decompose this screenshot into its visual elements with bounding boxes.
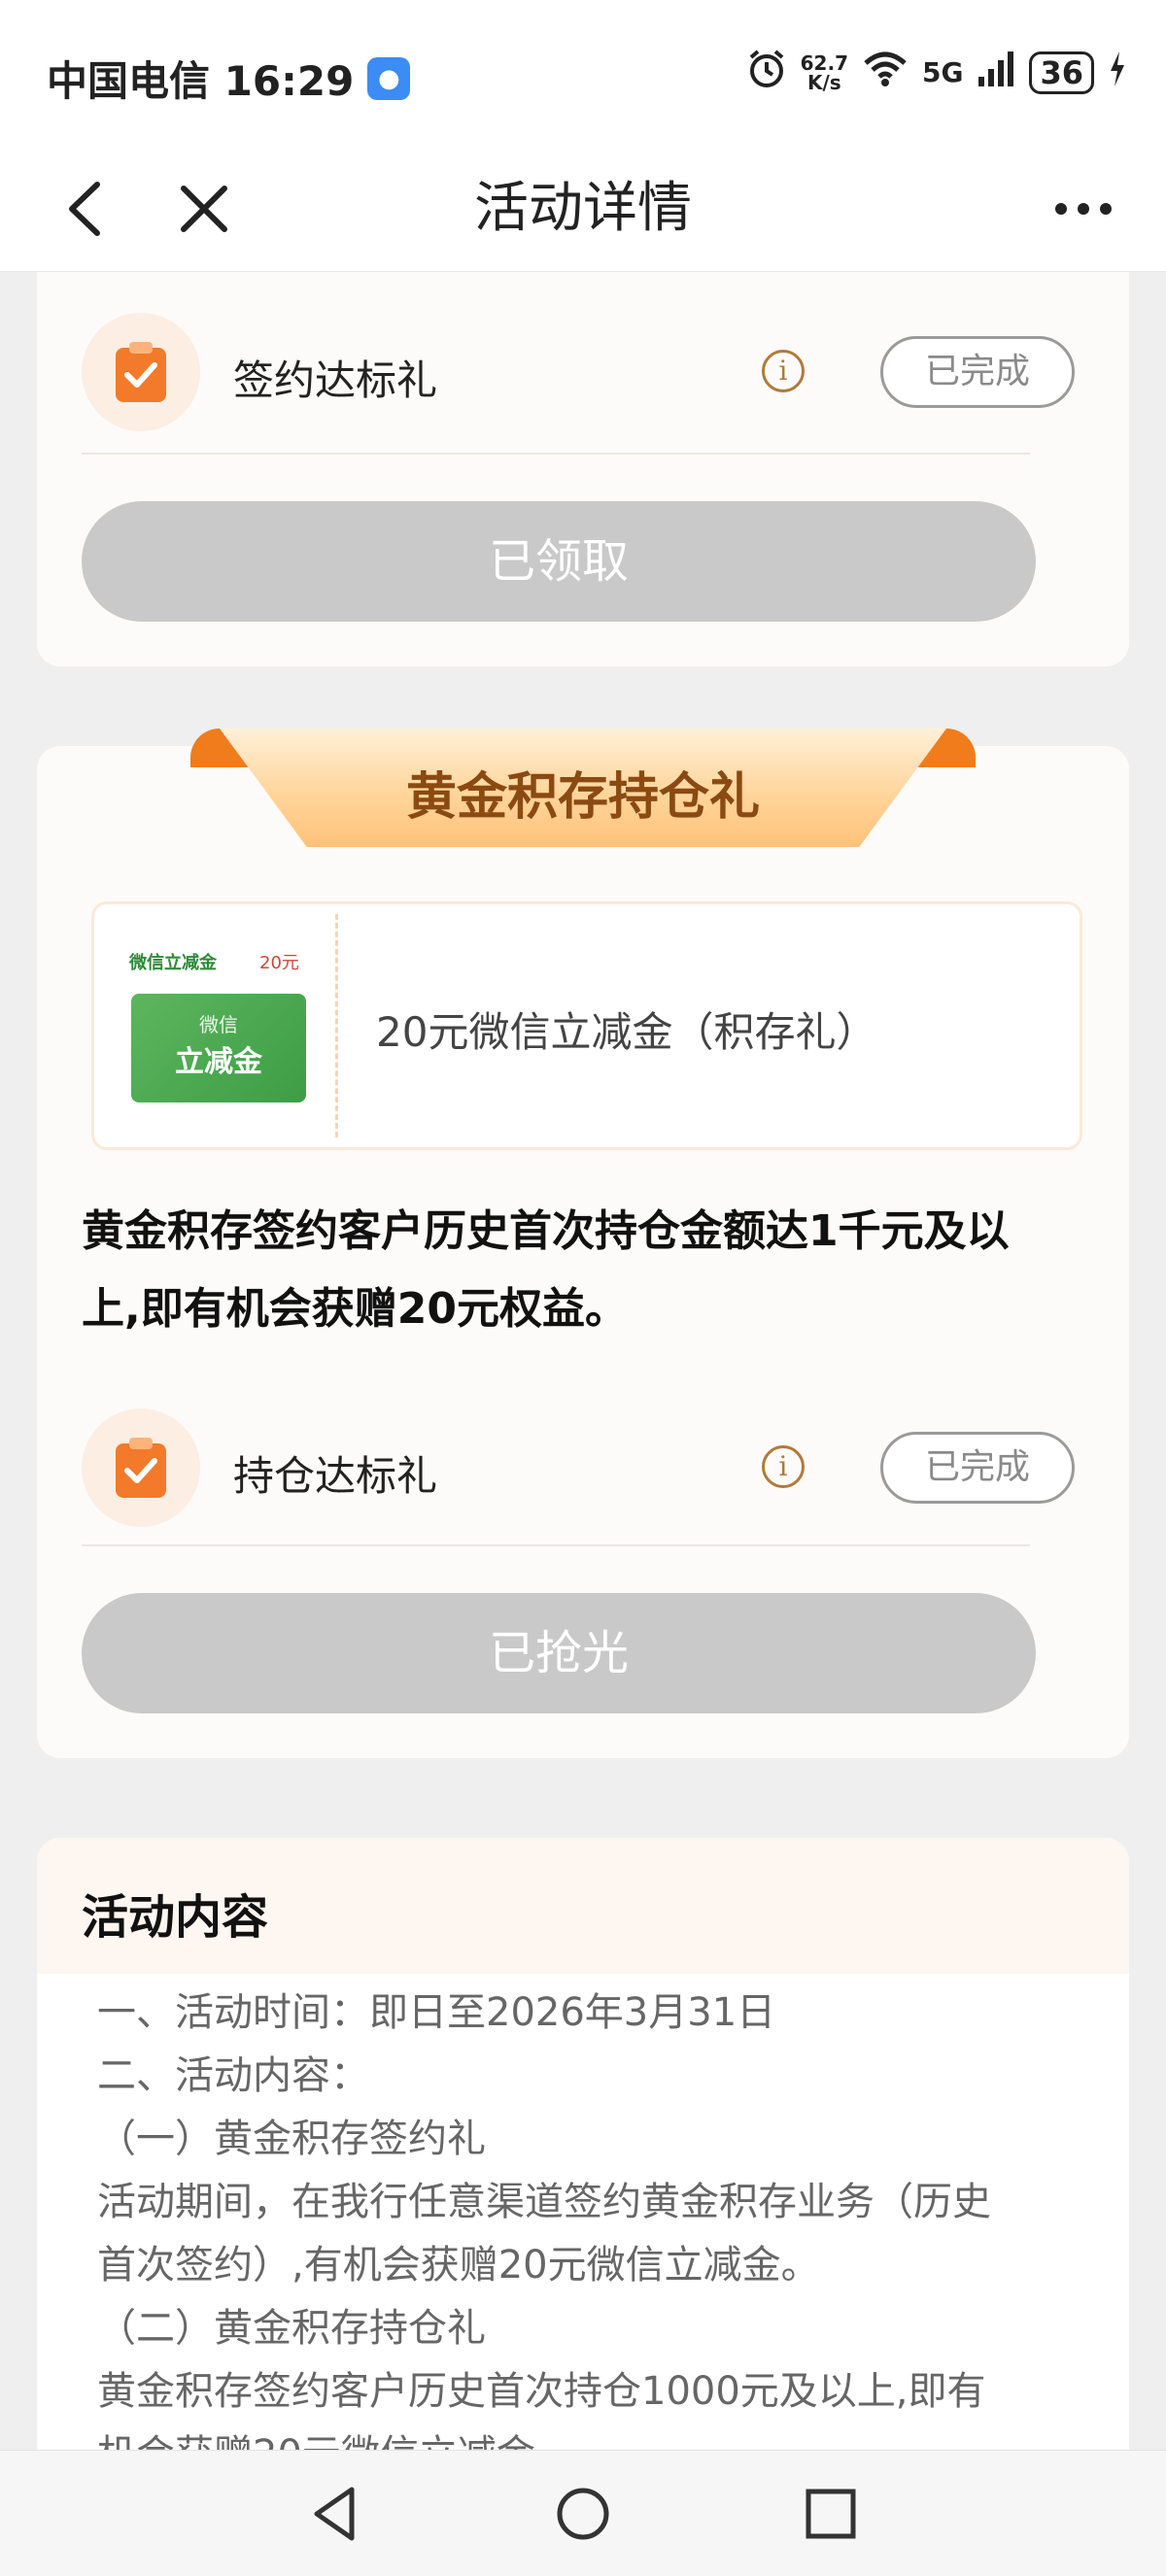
page-title: 活动详情: [474, 177, 692, 240]
status-badge: 已完成: [880, 1432, 1075, 1504]
message-notification-icon: ●: [367, 56, 411, 100]
coupon-card: 微信立减金 20元 微信 立减金 20元微信立减金（积存礼）: [91, 901, 1082, 1150]
wechat-coupon-graphic: 微信 立减金: [131, 994, 306, 1102]
divider: [82, 453, 1030, 455]
network-type: 5G: [922, 56, 964, 88]
coupon-mini-amount: 20元: [259, 953, 299, 973]
info-icon[interactable]: i: [762, 1445, 805, 1488]
battery-indicator: 36: [1029, 51, 1094, 94]
content-line: 首次签约）,有机会获赠20元微信立减金。: [97, 2243, 820, 2288]
task-label: 持仓达标礼: [233, 1452, 438, 1500]
net-speed: 62.7 K/s: [801, 53, 848, 92]
coupon-image: 微信立减金 20元 微信 立减金: [94, 904, 335, 1147]
content-body: 一、活动时间：即日至2026年3月31日 二、活动内容： （一）黄金积存签约礼 …: [97, 1982, 1079, 2487]
signing-reward-card: 签约达标礼 i 已完成 已领取: [37, 272, 1129, 666]
task-label: 签约达标礼: [233, 356, 438, 404]
signal-icon: [977, 50, 1015, 95]
holding-ribbon: 黄金积存持仓礼: [190, 729, 976, 847]
divider: [82, 1544, 1030, 1546]
coupon-mini-title: 微信立减金: [129, 953, 217, 973]
coupon-card-main: 立减金: [175, 1045, 262, 1079]
description-line: 上,即有机会获赠20元权益。: [82, 1284, 628, 1334]
content-line: 黄金积存签约客户历史首次持仓1000元及以上,即有: [97, 2369, 986, 2414]
content-line: 一、活动时间：即日至2026年3月31日: [97, 1990, 776, 2035]
more-options-icon[interactable]: [1049, 185, 1117, 233]
status-badge: 已完成: [880, 336, 1075, 408]
carrier-time: 中国电信 16:29: [47, 57, 355, 105]
charging-icon: [1108, 50, 1127, 95]
nav-back-triangle-icon[interactable]: [301, 2480, 369, 2548]
description-line: 黄金积存签约客户历史首次持仓金额达1千元及以: [82, 1206, 1010, 1256]
info-icon[interactable]: i: [762, 350, 805, 392]
system-nav-bar: [0, 2450, 1166, 2576]
status-right: 62.7 K/s 5G 36: [746, 49, 1127, 96]
signing-task-row: 签约达标礼 i 已完成: [82, 313, 1075, 437]
claimed-button[interactable]: 已领取: [82, 501, 1036, 622]
ribbon-title: 黄金积存持仓礼: [405, 768, 760, 827]
net-speed-unit: K/s: [806, 70, 841, 94]
holding-task-row: 持仓达标礼 i 已完成: [82, 1408, 1075, 1533]
nav-home-icon[interactable]: [549, 2480, 617, 2548]
content-line: 二、活动内容：: [97, 2053, 369, 2098]
nav-recents-icon[interactable]: [797, 2480, 865, 2548]
coupon-separator: [335, 914, 338, 1137]
sold-out-button[interactable]: 已抢光: [82, 1593, 1036, 1713]
holding-description: 黄金积存签约客户历史首次持仓金额达1千元及以 上,即有机会获赠20元权益。: [82, 1193, 1112, 1348]
holding-reward-card: 微信立减金 20元 微信 立减金 20元微信立减金（积存礼） 黄金积存签约客户历…: [37, 746, 1129, 1758]
status-left: 中国电信 16:29 ●: [47, 49, 411, 108]
clipboard-check-icon: [82, 1408, 200, 1527]
status-bar: 中国电信 16:29 ● 62.7 K/s 5G 36: [0, 0, 1166, 146]
coupon-text: 20元微信立减金（积存礼）: [376, 1008, 877, 1056]
coupon-card-sub: 微信: [199, 1013, 238, 1036]
clipboard-check-icon: [82, 313, 200, 431]
content-line: （一）黄金积存签约礼: [97, 2117, 486, 2161]
content-line: 活动期间，在我行任意渠道签约黄金积存业务（历史: [97, 2180, 991, 2224]
nav-bar: 活动详情: [0, 146, 1166, 272]
section-title: 活动内容: [82, 1890, 269, 1945]
wifi-icon: [862, 50, 909, 95]
content-header: 活动内容: [37, 1838, 1129, 1974]
content-line: （二）黄金积存持仓礼: [97, 2306, 486, 2351]
alarm-icon: [746, 49, 787, 96]
